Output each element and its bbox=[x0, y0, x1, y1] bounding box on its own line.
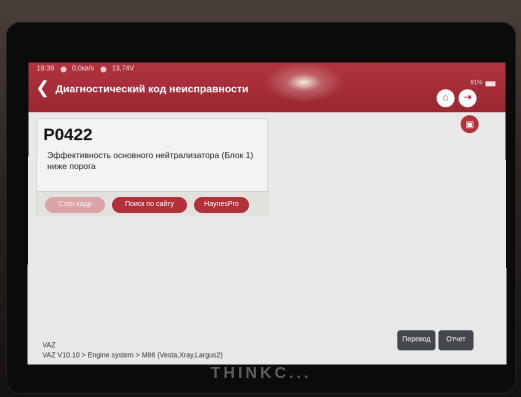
device-brand-logo: THINKC... bbox=[210, 365, 312, 382]
dtc-description: Эффективность основного нейтрализатора (… bbox=[47, 150, 254, 172]
network-icon bbox=[60, 65, 67, 72]
web-search-button[interactable]: Поиск по сайту bbox=[112, 197, 188, 213]
header-bar: 19:39 0,0кв/s 13,74V 91% ❮ Диагностическ… bbox=[28, 62, 506, 113]
translate-button[interactable]: Перевод bbox=[397, 330, 436, 351]
status-voltage: 13,74V bbox=[111, 65, 135, 73]
home-icon[interactable]: ⌂ bbox=[436, 89, 455, 108]
camera-icon[interactable]: ▣ bbox=[460, 115, 479, 134]
status-time: 19:39 bbox=[36, 65, 55, 73]
freeze-frame-button[interactable]: Стоп-кадр bbox=[45, 197, 106, 213]
screen: 19:39 0,0кв/s 13,74V 91% ❮ Диагностическ… bbox=[27, 62, 507, 365]
status-bar: 19:39 0,0кв/s 13,74V bbox=[37, 65, 134, 72]
dtc-card: P0422 Эффективность основного нейтрализа… bbox=[35, 118, 270, 216]
tablet-device: 19:39 0,0кв/s 13,74V 91% ❮ Диагностическ… bbox=[6, 22, 516, 394]
vehicle-make: VAZ bbox=[42, 342, 56, 350]
breadcrumb: VAZ V10.10 > Engine system > М86 (Vesta,… bbox=[42, 352, 223, 360]
battery-icon bbox=[485, 80, 496, 86]
battery-indicator: 91% bbox=[470, 80, 496, 87]
dtc-action-bar: Стоп-кадр Поиск по сайту HaynesPro bbox=[36, 191, 270, 216]
page-title: Диагностический код неисправности bbox=[55, 83, 249, 96]
haynespro-button[interactable]: HaynesPro bbox=[194, 197, 250, 213]
status-speed: 0,0кв/s bbox=[72, 65, 94, 73]
back-arrow-icon[interactable]: ❮ bbox=[36, 78, 52, 98]
battery-percent: 91% bbox=[470, 80, 483, 87]
vci-icon bbox=[99, 65, 106, 72]
photo-background: 19:39 0,0кв/s 13,74V 91% ❮ Диагностическ… bbox=[0, 0, 521, 397]
dtc-code: P0422 bbox=[43, 125, 93, 145]
exit-icon[interactable]: ⇥ bbox=[458, 89, 477, 108]
report-button[interactable]: Отчет bbox=[438, 330, 474, 351]
